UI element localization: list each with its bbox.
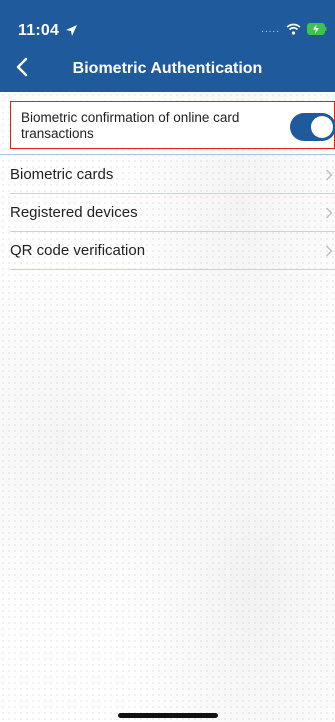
wifi-icon bbox=[286, 23, 301, 35]
navigation-bar: Biometric Authentication bbox=[0, 46, 335, 92]
list-item-label: QR code verification bbox=[10, 242, 146, 259]
list-item-label: Registered devices bbox=[10, 204, 138, 221]
signal-dots: ..... bbox=[261, 23, 280, 35]
chevron-right-icon bbox=[325, 206, 333, 219]
chevron-right-icon bbox=[325, 168, 333, 181]
list-item-label: Biometric cards bbox=[10, 166, 114, 183]
toggle-knob bbox=[311, 116, 333, 138]
status-bar: 11:04 ..... bbox=[0, 0, 335, 46]
chevron-right-icon bbox=[325, 244, 333, 257]
status-icons: ..... bbox=[261, 23, 327, 35]
biometric-confirmation-label: Biometric confirmation of online card tr… bbox=[21, 110, 240, 141]
list-item-registered-devices[interactable]: Registered devices bbox=[10, 194, 335, 232]
list-item-qr-code-verification[interactable]: QR code verification bbox=[10, 232, 335, 270]
home-indicator[interactable] bbox=[118, 713, 218, 718]
biometric-confirmation-toggle[interactable] bbox=[290, 113, 335, 141]
status-time: 11:04 bbox=[18, 22, 60, 39]
section-divider bbox=[0, 154, 335, 155]
list-item-biometric-cards[interactable]: Biometric cards bbox=[10, 156, 335, 194]
location-arrow-icon bbox=[64, 24, 78, 38]
page-title: Biometric Authentication bbox=[72, 60, 263, 77]
biometric-confirmation-row: Biometric confirmation of online card tr… bbox=[10, 101, 335, 149]
settings-list: Biometric cards Registered devices QR co… bbox=[10, 156, 335, 270]
content-area: Biometric confirmation of online card tr… bbox=[0, 92, 335, 722]
app-header: 11:04 ..... Biometric Authentication bbox=[0, 0, 335, 92]
battery-charging-icon bbox=[307, 23, 327, 35]
